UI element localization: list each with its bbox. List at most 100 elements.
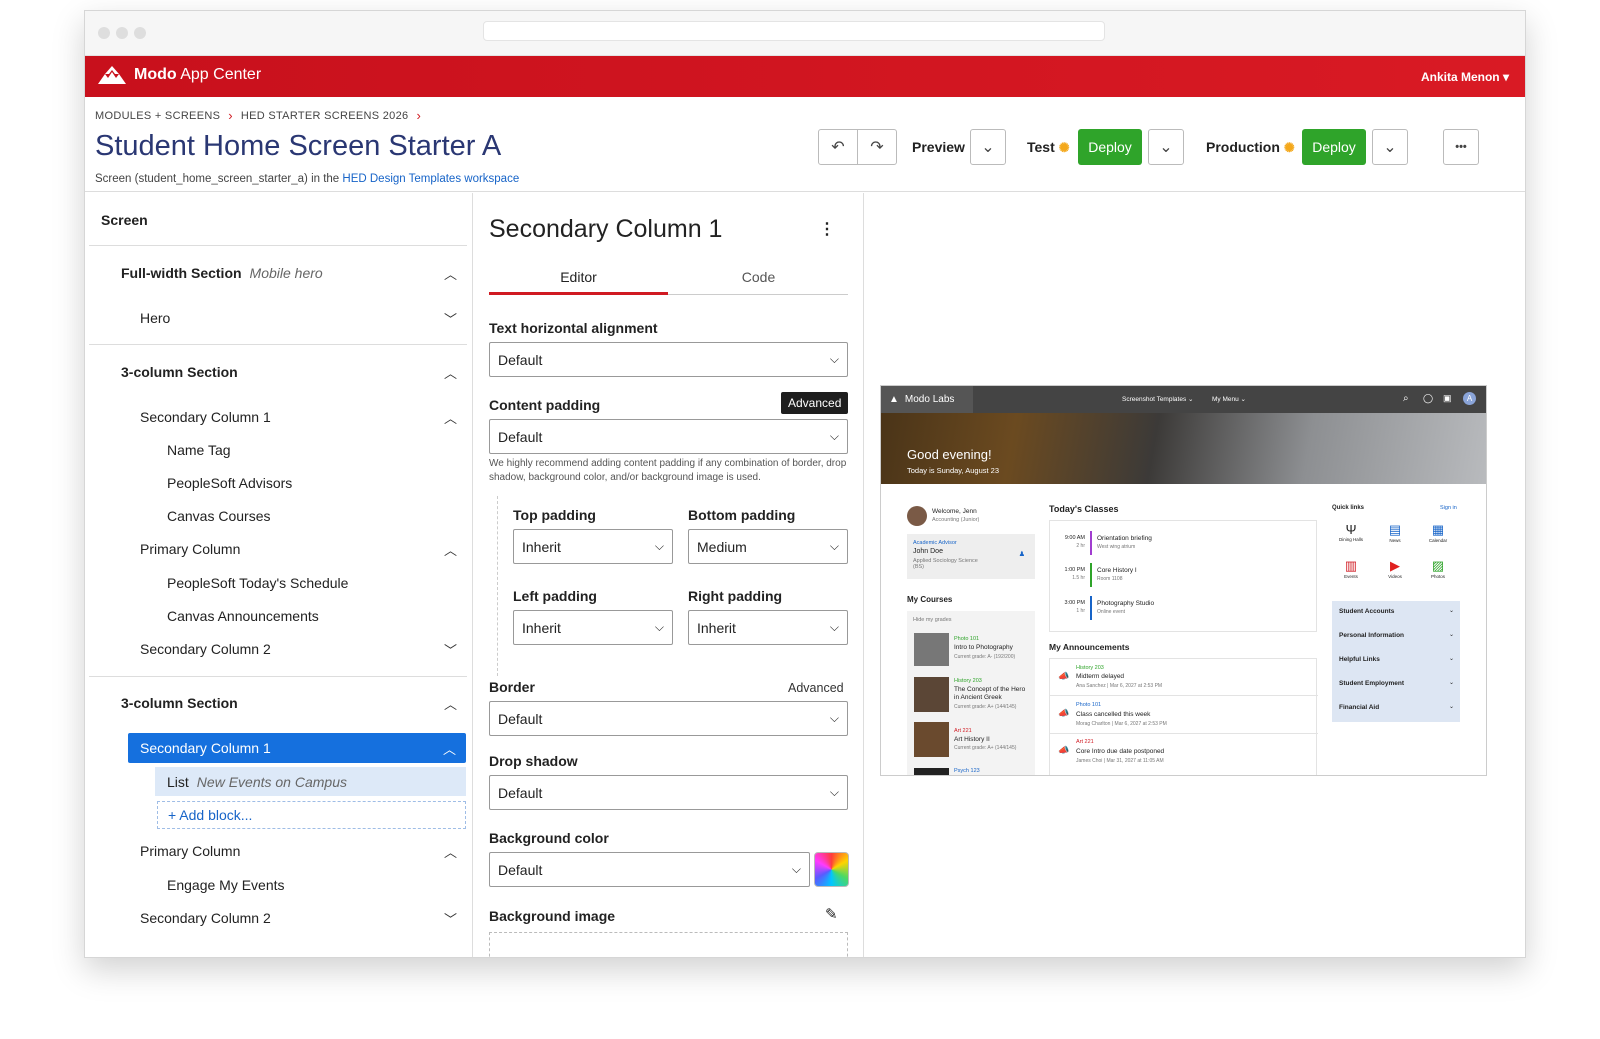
advanced-tooltip[interactable]: Advanced: [781, 392, 849, 414]
preview-announcement-title[interactable]: Midterm delayed: [1076, 673, 1124, 680]
bottom-padding-select[interactable]: Medium ⌵: [688, 529, 848, 564]
production-deploy-button[interactable]: Deploy: [1302, 129, 1366, 165]
preview-hide-grades[interactable]: Hide my grades: [913, 617, 952, 623]
color-picker-swatch[interactable]: [814, 852, 849, 887]
modo-logo-icon: ▲: [889, 394, 899, 405]
tree-item-peoplesoft-advisors[interactable]: PeopleSoft Advisors: [167, 475, 292, 491]
chevron-up-icon[interactable]: ︿: [443, 739, 456, 758]
preview-advisor-card[interactable]: Academic Advisor John Doe Applied Sociol…: [907, 534, 1035, 579]
chevron-up-icon[interactable]: ︿: [444, 694, 457, 713]
background-color-select[interactable]: Default ⌵: [489, 852, 810, 887]
preview-inbox-icon[interactable]: ▣: [1443, 393, 1452, 404]
redo-button[interactable]: ↷: [857, 129, 897, 165]
border-select[interactable]: Default ⌵: [489, 701, 848, 736]
chevron-down-icon[interactable]: ﹀: [444, 640, 457, 659]
tree-item-primary-column-2[interactable]: Primary Column ︿: [140, 842, 467, 861]
chevron-up-icon[interactable]: ︿: [444, 363, 457, 382]
preview-dropdown-button[interactable]: ⌄: [970, 129, 1006, 165]
preview-announcement-title[interactable]: Class cancelled this week: [1076, 711, 1150, 718]
preview-accordion-item[interactable]: Helpful Links: [1339, 656, 1380, 663]
tree-item-full-width-section[interactable]: Full-width Section Mobile hero ︿: [121, 264, 467, 283]
tab-code[interactable]: Code: [669, 269, 848, 285]
pencil-icon[interactable]: ✎: [825, 905, 838, 923]
more-options-button[interactable]: •••: [1443, 129, 1479, 165]
preview-avatar[interactable]: A: [1463, 392, 1476, 405]
address-bar[interactable]: [483, 21, 1105, 41]
text-align-select[interactable]: Default ⌵: [489, 342, 848, 377]
preview-accordion-item[interactable]: Student Employment: [1339, 680, 1404, 687]
tree-item-secondary-column-1-selected[interactable]: Secondary Column 1 ︿: [128, 733, 466, 763]
preview-quick-link[interactable]: ▨ Photos: [1423, 558, 1453, 579]
preview-sign-in-link[interactable]: Sign in: [1440, 505, 1457, 511]
tree-item-canvas-announcements[interactable]: Canvas Announcements: [167, 608, 319, 624]
breadcrumb-item-hed[interactable]: HED STARTER SCREENS 2026: [241, 110, 409, 122]
tree-item-primary-column[interactable]: Primary Column ︿: [140, 540, 467, 559]
preview-class-name[interactable]: Orientation briefing: [1097, 535, 1152, 542]
preview-class-name[interactable]: Photography Studio: [1097, 600, 1154, 607]
preview-course-name[interactable]: Art History II: [954, 736, 990, 743]
maximize-window-dot[interactable]: [134, 27, 146, 39]
border-advanced-link[interactable]: Advanced: [788, 681, 844, 695]
preview-quick-link[interactable]: ▦ Calendar: [1423, 522, 1453, 543]
preview-course-name[interactable]: Intro to Photography: [954, 644, 1034, 651]
tree-item-peoplesoft-schedule[interactable]: PeopleSoft Today's Schedule: [167, 575, 348, 591]
left-padding-select[interactable]: Inherit ⌵: [513, 610, 673, 645]
chevron-up-icon[interactable]: ︿: [444, 540, 457, 559]
preview-my-courses: My Courses: [907, 595, 953, 604]
chevron-up-icon[interactable]: ︿: [444, 264, 457, 283]
preview-search-icon[interactable]: ⌕: [1403, 393, 1409, 404]
user-menu[interactable]: Ankita Menon ▾: [1421, 70, 1509, 84]
tree-item-secondary-column-2[interactable]: Secondary Column 2 ﹀: [140, 640, 467, 659]
preview-panel: ▲ Modo Labs Screenshot Templates ⌄ My Men…: [865, 193, 1525, 957]
tree-item-3-column-section[interactable]: 3-column Section ︿: [121, 363, 467, 382]
preview-quick-label: Photos: [1430, 574, 1445, 579]
preview-nav-templates[interactable]: Screenshot Templates ⌄: [1122, 395, 1193, 403]
redo-icon: ↷: [870, 139, 884, 156]
preview-announcement-title[interactable]: Core Intro due date postponed: [1076, 748, 1164, 755]
background-image-dropzone[interactable]: [489, 932, 848, 957]
tree-item-hero[interactable]: Hero ﹀: [140, 309, 467, 328]
workspace-link[interactable]: HED Design Templates workspace: [342, 173, 519, 185]
preview-class-name[interactable]: Core History I: [1097, 567, 1137, 574]
preview-quick-link[interactable]: ▶ Videos: [1380, 558, 1410, 579]
minimize-window-dot[interactable]: [116, 27, 128, 39]
screen-preview: ▲ Modo Labs Screenshot Templates ⌄ My Men…: [880, 385, 1487, 776]
top-padding-select[interactable]: Inherit ⌵: [513, 529, 673, 564]
tree-item-secondary-column-2b[interactable]: Secondary Column 2 ﹀: [140, 909, 467, 928]
preview-accordion-item[interactable]: Student Accounts: [1339, 608, 1394, 615]
chevron-down-icon[interactable]: ﹀: [444, 309, 457, 328]
tree-item-3-column-section-2[interactable]: 3-column Section ︿: [121, 694, 467, 713]
preview-quick-link[interactable]: ▥ Events: [1336, 558, 1366, 579]
chevron-up-icon[interactable]: ︿: [444, 842, 457, 861]
preview-nav-menu[interactable]: My Menu ⌄: [1212, 395, 1246, 403]
breadcrumb-item-modules[interactable]: MODULES + SCREENS: [95, 110, 220, 122]
preview-label[interactable]: Preview: [912, 139, 965, 155]
tree-item-list-block[interactable]: List New Events on Campus: [155, 767, 466, 796]
close-window-dot[interactable]: [98, 27, 110, 39]
undo-button[interactable]: ↶: [818, 129, 858, 165]
preview-accordion-item[interactable]: Personal Information: [1339, 632, 1404, 639]
app-logo[interactable]: Modo App Center: [98, 66, 261, 84]
kebab-menu-icon[interactable]: ⋮: [819, 219, 835, 239]
preview-accordion-item[interactable]: Financial Aid: [1339, 704, 1379, 711]
right-padding-select[interactable]: Inherit ⌵: [688, 610, 848, 645]
tree-item-canvas-courses[interactable]: Canvas Courses: [167, 508, 271, 524]
page-title: Student Home Screen Starter A: [95, 130, 502, 162]
production-dropdown-button[interactable]: ⌄: [1372, 129, 1408, 165]
add-block-button[interactable]: + Add block...: [157, 801, 466, 829]
test-deploy-button[interactable]: Deploy: [1078, 129, 1142, 165]
tab-editor[interactable]: Editor: [489, 269, 668, 285]
drop-shadow-select[interactable]: Default ⌵: [489, 775, 848, 810]
content-padding-select[interactable]: Default ⌵: [489, 419, 848, 454]
preview-chat-icon[interactable]: ◯: [1423, 393, 1433, 404]
divider: [89, 344, 467, 345]
tree-item-secondary-column-1[interactable]: Secondary Column 1 ︿: [140, 408, 467, 427]
chevron-down-icon[interactable]: ﹀: [444, 909, 457, 928]
preview-quick-link[interactable]: ▤ News: [1380, 522, 1410, 543]
preview-quick-link[interactable]: Ψ Dining Halls: [1336, 522, 1366, 542]
tree-item-name-tag[interactable]: Name Tag: [167, 442, 231, 458]
chevron-up-icon[interactable]: ︿: [444, 408, 457, 427]
test-dropdown-button[interactable]: ⌄: [1148, 129, 1184, 165]
preview-course-name[interactable]: The Concept of the Hero in Ancient Greek: [954, 686, 1032, 702]
tree-item-engage-my-events[interactable]: Engage My Events: [167, 877, 285, 893]
